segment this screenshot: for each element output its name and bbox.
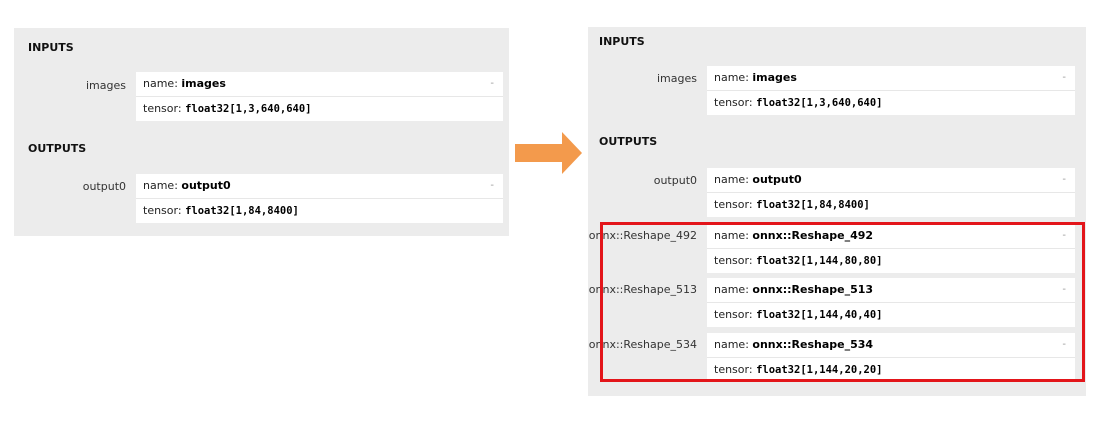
right-arrow-icon — [515, 132, 582, 174]
name-line: name: output0 - — [136, 174, 503, 198]
tensor-line: tensor: float32[1,144,40,40] — [707, 302, 1075, 327]
name-key: name: — [143, 77, 178, 90]
name-value: onnx::Reshape_513 — [752, 283, 874, 296]
name-key: name: — [714, 338, 749, 351]
tensor-line: tensor: float32[1,3,640,640] — [136, 96, 503, 121]
tensor-line: tensor: float32[1,144,80,80] — [707, 248, 1075, 273]
output-label-reshape-513: onnx::Reshape_513 — [588, 283, 697, 296]
collapse-toggle-icon[interactable]: - — [490, 72, 494, 96]
tensor-line: tensor: float32[1,84,8400] — [707, 192, 1075, 217]
name-value: onnx::Reshape_534 — [752, 338, 874, 351]
tensor-value: float32[1,144,20,20] — [756, 364, 883, 376]
name-value: images — [181, 77, 226, 90]
output-card-reshape-513[interactable]: name: onnx::Reshape_513 - tensor: float3… — [707, 278, 1075, 327]
tensor-line: tensor: float32[1,144,20,20] — [707, 357, 1075, 382]
tensor-value: float32[1,84,8400] — [756, 199, 870, 211]
tensor-value: float32[1,84,8400] — [185, 205, 299, 217]
tensor-value: float32[1,144,40,40] — [756, 309, 883, 321]
tensor-key: tensor: — [714, 363, 753, 376]
tensor-key: tensor: — [714, 198, 753, 211]
collapse-toggle-icon[interactable]: - — [1062, 66, 1066, 90]
name-value: output0 — [181, 179, 231, 192]
name-value: output0 — [752, 173, 802, 186]
name-line: name: images - — [707, 66, 1075, 90]
name-key: name: — [714, 71, 749, 84]
output-label-reshape-534: onnx::Reshape_534 — [588, 338, 697, 351]
collapse-toggle-icon[interactable]: - — [1062, 224, 1066, 248]
tensor-line: tensor: float32[1,3,640,640] — [707, 90, 1075, 115]
collapse-toggle-icon[interactable]: - — [1062, 278, 1066, 302]
name-value: images — [752, 71, 797, 84]
name-line: name: output0 - — [707, 168, 1075, 192]
output-card-reshape-492[interactable]: name: onnx::Reshape_492 - tensor: float3… — [707, 224, 1075, 273]
name-key: name: — [714, 173, 749, 186]
name-line: name: onnx::Reshape_492 - — [707, 224, 1075, 248]
name-line: name: images - — [136, 72, 503, 96]
collapse-toggle-icon[interactable]: - — [1062, 333, 1066, 357]
name-line: name: onnx::Reshape_513 - — [707, 278, 1075, 302]
output-card-output0[interactable]: name: output0 - tensor: float32[1,84,840… — [707, 168, 1075, 217]
arrow-shape — [515, 132, 582, 174]
output-card-output0[interactable]: name: output0 - tensor: float32[1,84,840… — [136, 174, 503, 223]
tensor-value: float32[1,3,640,640] — [185, 103, 312, 115]
outputs-section-title: OUTPUTS — [599, 135, 658, 148]
right-properties-panel: INPUTS images name: images - tensor: flo… — [588, 27, 1086, 396]
inputs-section-title: INPUTS — [28, 41, 74, 54]
left-properties-panel: INPUTS images name: images - tensor: flo… — [14, 28, 509, 236]
tensor-line: tensor: float32[1,84,8400] — [136, 198, 503, 223]
tensor-key: tensor: — [143, 102, 182, 115]
output-label-output0: output0 — [82, 180, 126, 193]
input-label-images: images — [86, 79, 126, 92]
tensor-key: tensor: — [143, 204, 182, 217]
tensor-key: tensor: — [714, 308, 753, 321]
input-card-images[interactable]: name: images - tensor: float32[1,3,640,6… — [136, 72, 503, 121]
tensor-key: tensor: — [714, 254, 753, 267]
name-key: name: — [143, 179, 178, 192]
inputs-section-title: INPUTS — [599, 35, 645, 48]
name-key: name: — [714, 283, 749, 296]
input-label-images: images — [657, 72, 697, 85]
tensor-value: float32[1,144,80,80] — [756, 255, 883, 267]
tensor-value: float32[1,3,640,640] — [756, 97, 883, 109]
output-card-reshape-534[interactable]: name: onnx::Reshape_534 - tensor: float3… — [707, 333, 1075, 382]
tensor-key: tensor: — [714, 96, 753, 109]
input-card-images[interactable]: name: images - tensor: float32[1,3,640,6… — [707, 66, 1075, 115]
output-label-output0: output0 — [653, 174, 697, 187]
output-label-reshape-492: onnx::Reshape_492 — [588, 229, 697, 242]
name-line: name: onnx::Reshape_534 - — [707, 333, 1075, 357]
collapse-toggle-icon[interactable]: - — [490, 174, 494, 198]
collapse-toggle-icon[interactable]: - — [1062, 168, 1066, 192]
name-key: name: — [714, 229, 749, 242]
name-value: onnx::Reshape_492 — [752, 229, 874, 242]
outputs-section-title: OUTPUTS — [28, 142, 87, 155]
